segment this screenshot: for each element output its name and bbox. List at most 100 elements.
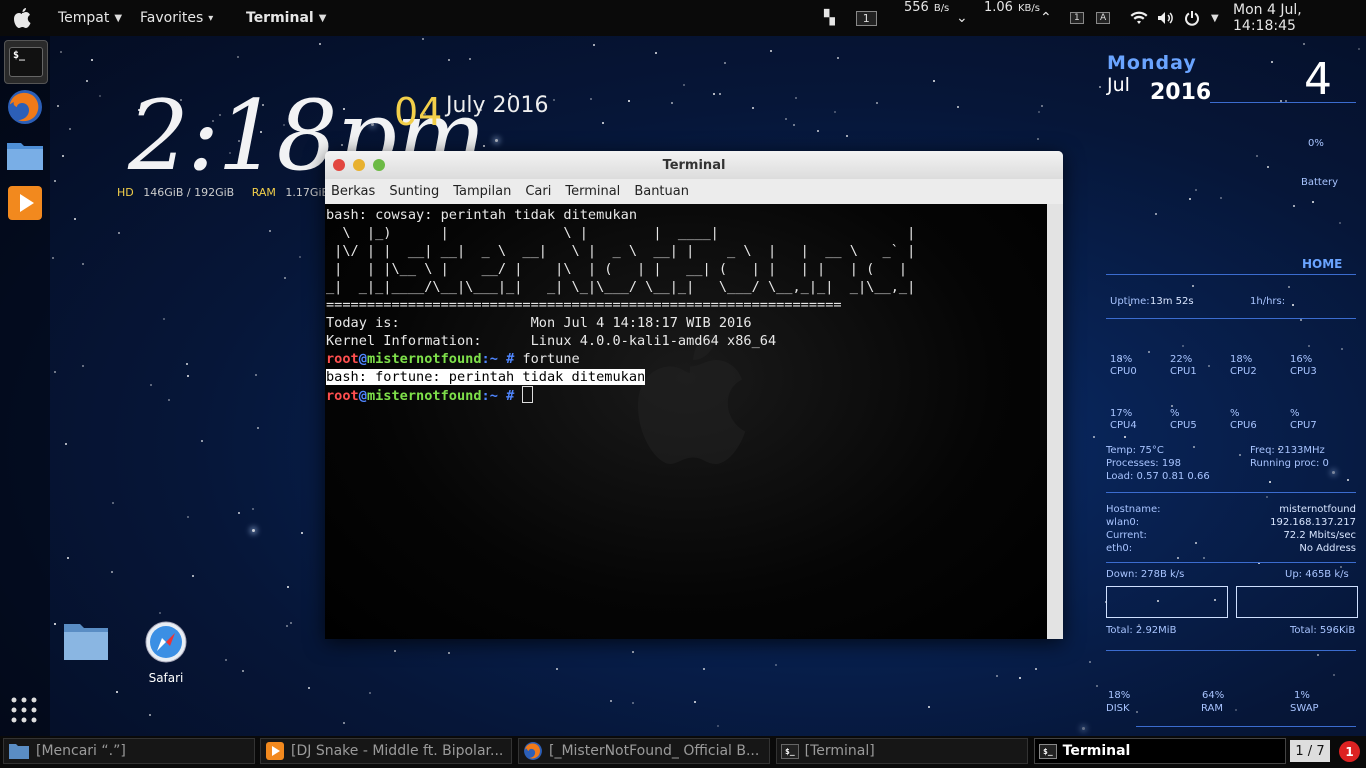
star: [98, 94, 101, 97]
current-label: Current:: [1106, 530, 1147, 541]
keyboard-indicator-2[interactable]: A: [1096, 0, 1111, 36]
net-down-speed: 556 B/s: [904, 0, 949, 28]
star: [118, 232, 121, 235]
workspace-switcher[interactable]: ▚ 1: [824, 0, 877, 36]
processes-text: Processes: 198: [1106, 458, 1181, 469]
maximize-icon[interactable]: [373, 159, 385, 171]
folder-icon: [64, 624, 108, 660]
star: [932, 79, 935, 82]
keyboard-indicator-1[interactable]: 1: [1070, 0, 1084, 36]
terminal-window[interactable]: Terminal Berkas Sunting Tampilan Cari Te…: [325, 151, 1063, 639]
star: [875, 101, 878, 104]
star: [717, 724, 720, 727]
workspace-indicator[interactable]: 1 / 7: [1290, 740, 1330, 762]
terminal-titlebar[interactable]: Terminal: [325, 151, 1063, 179]
star: [769, 49, 772, 52]
desktop-folder[interactable]: [62, 618, 110, 665]
ram-label: RAM: [251, 186, 276, 199]
command-text: fortune: [514, 351, 580, 367]
cpu-name: CPU2: [1230, 366, 1257, 377]
battery-label: Battery: [1301, 177, 1339, 188]
star: [300, 531, 303, 534]
menu-cari[interactable]: Cari: [525, 184, 551, 199]
star: [237, 511, 240, 514]
star: [816, 129, 819, 132]
star: [111, 502, 114, 505]
app-menu[interactable]: Terminal ▼: [246, 0, 326, 36]
star: [53, 179, 56, 182]
task-terminal-inactive[interactable]: $_ [Terminal]: [776, 738, 1028, 764]
swap-percent: 1%: [1294, 690, 1310, 701]
download-graph: [1106, 586, 1228, 618]
star: [694, 701, 697, 704]
terminal-line: bash: cowsay: perintah tidak ditemukan: [326, 207, 637, 223]
top-panel: Tempat ▼ Favorites ▾ Terminal ▼ ▚ 1 556 B/s …: [0, 0, 1366, 36]
desktop-safari[interactable]: Safari: [142, 620, 190, 685]
kb1-label: 1: [1070, 12, 1084, 24]
cpu-name: CPU5: [1170, 420, 1197, 431]
task-firefox[interactable]: [_MisterNotFound_ Official B...: [518, 738, 770, 764]
cpu-percent: 18%: [1230, 354, 1253, 365]
star: [784, 118, 787, 121]
task-media-player[interactable]: [DJ Snake - Middle ft. Bipolar...: [260, 738, 512, 764]
ram-label: RAM: [1201, 703, 1224, 714]
chevron-down-icon: ▼: [1211, 12, 1219, 24]
task-label: Terminal: [1062, 743, 1131, 759]
notification-badge[interactable]: 1: [1339, 741, 1360, 762]
power-icon[interactable]: ▼: [1184, 0, 1219, 36]
star: [236, 56, 239, 59]
dock-terminal[interactable]: $_: [4, 40, 48, 84]
dock-media-player[interactable]: [4, 182, 46, 224]
star: [703, 667, 706, 670]
menu-berkas[interactable]: Berkas: [331, 184, 375, 199]
star: [723, 62, 726, 65]
menu-bantuan[interactable]: Bantuan: [634, 184, 689, 199]
grid-icon: [11, 697, 37, 723]
task-file-search[interactable]: [Mencari “.”]: [3, 738, 255, 764]
hostname-value: misternotfound: [1279, 504, 1356, 515]
task-label: [Mencari “.”]: [36, 743, 126, 759]
dock-files[interactable]: [4, 134, 46, 176]
safari-label: Safari: [148, 671, 184, 685]
widget-weekday: Monday: [1107, 52, 1197, 74]
terminal-scrollbar[interactable]: [1047, 204, 1063, 639]
menu-tampilan[interactable]: Tampilan: [453, 184, 511, 199]
divider: [1106, 492, 1356, 493]
task-terminal-active[interactable]: $_ Terminal: [1034, 738, 1286, 764]
clock-text: Mon 4 Jul, 14:18:45: [1233, 2, 1302, 34]
total-download: Total: 2.92MiB: [1106, 625, 1177, 636]
apple-menu-button[interactable]: [12, 0, 32, 36]
star: [82, 364, 85, 367]
menu-sunting[interactable]: Sunting: [389, 184, 439, 199]
prompt-user: root: [326, 351, 359, 367]
cpu-percent: 18%: [1110, 354, 1133, 365]
divider: [1210, 102, 1356, 103]
dock-firefox[interactable]: [4, 86, 46, 128]
star: [53, 622, 56, 625]
terminal-output[interactable]: bash: cowsay: perintah tidak ditemukan \…: [325, 204, 1047, 639]
star: [115, 690, 118, 693]
divider: [1106, 562, 1356, 563]
close-icon[interactable]: [333, 159, 345, 171]
chevron-down-icon: ▾: [208, 12, 214, 24]
star: [1302, 42, 1305, 45]
upload-label: Up: 465B k/s: [1285, 569, 1349, 580]
app-grid-button[interactable]: [10, 696, 38, 728]
volume-icon[interactable]: [1157, 0, 1175, 36]
widget-daynum: 4: [1304, 54, 1332, 105]
menu-terminal[interactable]: Terminal: [565, 184, 620, 199]
star: [52, 257, 55, 260]
star: [69, 128, 72, 131]
divider: [1106, 650, 1356, 651]
terminal-line: ========================================…: [326, 297, 842, 313]
places-menu[interactable]: Tempat ▼: [58, 0, 122, 36]
star: [298, 255, 301, 258]
cpu-percent: %: [1230, 408, 1240, 419]
ram-percent: 64%: [1202, 690, 1225, 701]
prompt-path: :~ #: [481, 388, 515, 404]
wifi-icon[interactable]: [1130, 0, 1148, 36]
clock[interactable]: Mon 4 Jul, 14:18:45: [1233, 0, 1366, 36]
favorites-menu[interactable]: Favorites ▾: [140, 0, 213, 36]
star: [110, 570, 113, 573]
minimize-icon[interactable]: [353, 159, 365, 171]
